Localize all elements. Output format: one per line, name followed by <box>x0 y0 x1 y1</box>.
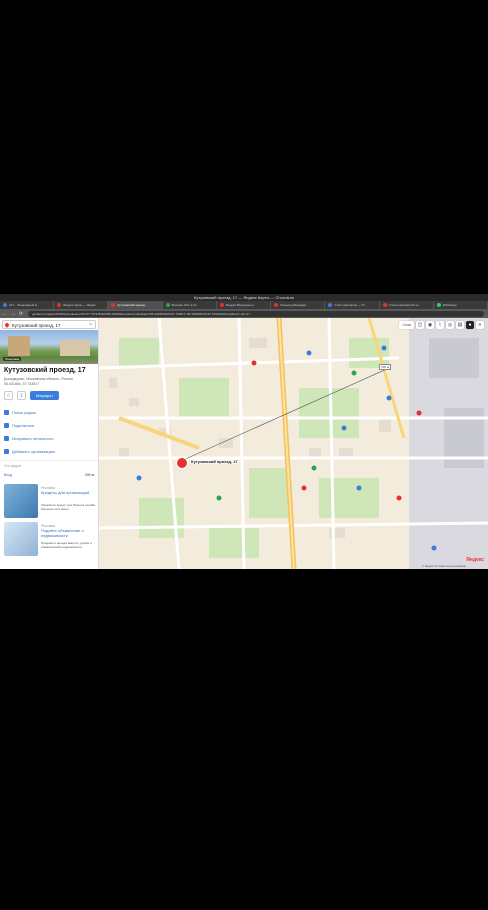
tab-favicon-icon <box>165 303 170 307</box>
tab-7[interactable]: Статьи мастера 61 из <box>380 301 434 309</box>
tab-bar: 471 – Загородный м Яндекс карты — Яндек Ку… <box>0 301 488 309</box>
tab-label: WhatsApp <box>442 303 457 307</box>
tab-5[interactable]: Леонид наблюдает <box>271 301 326 309</box>
pin-icon <box>4 322 10 328</box>
menu-item-label: Поделиться <box>12 423 35 428</box>
sidebar-panel: Кутузовский проезд, 17 × Панорама Кутузо… <box>0 318 99 569</box>
tab-label: Яндекс карты — Яндек <box>63 303 96 307</box>
tab-label: Фильмы 2Гиг в Ал <box>171 303 197 307</box>
tab-favicon-icon <box>436 303 441 307</box>
tab-0[interactable]: 471 – Загородный м <box>0 301 55 309</box>
place-actions: ☆ ⇪ Маршрут <box>4 391 60 400</box>
tab-favicon-icon <box>219 303 224 307</box>
tab-label: Статьи мастера 61 из <box>388 303 419 307</box>
place-photo[interactable]: Панорама <box>0 330 98 364</box>
add-icon <box>4 449 9 454</box>
nearby-heading: Что рядом <box>4 464 22 468</box>
map-graphics <box>99 318 488 569</box>
menu-item-2[interactable]: Исправить неточность <box>4 432 94 445</box>
route-distance-label: 700 м <box>379 364 391 370</box>
tab-2[interactable]: Кутузовский проезд, <box>108 301 163 309</box>
ad-card[interactable]: Реклама Подайте объявление о недвижимости… <box>4 522 96 558</box>
tab-label: Стать мастером — Пт <box>334 303 366 307</box>
tab-3[interactable]: Фильмы 2Гиг в Ал <box>163 301 217 309</box>
search-input[interactable]: Кутузовский проезд, 17 × <box>2 320 96 329</box>
tab-8[interactable]: WhatsApp <box>434 301 488 309</box>
tab-1[interactable]: Яндекс карты — Яндек <box>54 301 109 309</box>
bookmark-icon[interactable]: ☆ <box>4 391 13 400</box>
map-canvas[interactable]: Слои ◫ ◉ ⌇ ◎ ▤ ● ≡ Кутузовский проезд, 1… <box>99 318 488 569</box>
tab-favicon-icon <box>111 303 116 307</box>
ad-text: Оформите кредит для бизнеса онлайн. Реше… <box>41 503 96 511</box>
place-marker[interactable] <box>176 457 188 469</box>
menu-item-1[interactable]: Поделиться <box>4 419 94 432</box>
menu-item-label: Поиск рядом <box>12 410 36 415</box>
browser-window: Кутузовский проезд, 17 — Яндекс Карты — … <box>0 294 488 569</box>
share-icon <box>4 423 9 428</box>
place-address: Домодедово, Московская область, Россия 5… <box>4 377 94 386</box>
tab-favicon-icon <box>57 303 62 307</box>
map-toolbar: Слои ◫ ◉ ⌇ ◎ ▤ ● ≡ <box>399 321 484 329</box>
tab-6[interactable]: Стать мастером — Пт <box>325 301 380 309</box>
ruler-icon[interactable]: ⌇ <box>436 321 444 329</box>
ads-block: Реклама Кредиты для организаций Оформите к… <box>4 484 96 560</box>
profile-icon[interactable]: ● <box>466 321 474 329</box>
ad-image <box>4 484 38 518</box>
search-value: Кутузовский проезд, 17 <box>12 323 61 328</box>
marker-label[interactable]: Кутузовский проезд, 17 <box>190 459 239 464</box>
photo-badge[interactable]: Панорама <box>3 357 22 361</box>
window-title: Кутузовский проезд, 17 — Яндекс Карты — … <box>0 294 488 301</box>
coords-text[interactable]: 55.431864, 37.743817 <box>4 382 94 387</box>
yandex-logo: Яндекс <box>466 557 484 563</box>
reload-icon[interactable]: ⟳ <box>18 311 24 317</box>
bus-icon[interactable]: ◫ <box>416 321 424 329</box>
tab-favicon-icon <box>382 303 387 307</box>
layers-button[interactable]: Слои <box>399 321 414 329</box>
ad-image <box>4 522 38 556</box>
tab-label: Яндекс Вредительн <box>225 303 254 307</box>
print-icon[interactable]: ▤ <box>456 321 464 329</box>
tab-favicon-icon <box>328 303 333 307</box>
menu-item-label: Исправить неточность <box>12 436 54 441</box>
url-input[interactable]: yandex.ru/maps/10725/domodedovo/?ll=37.7… <box>28 310 484 317</box>
tab-favicon-icon <box>3 303 7 307</box>
address-bar-row: ← → ⟳ yandex.ru/maps/10725/domodedovo/?l… <box>0 309 488 318</box>
entrance-label: Вход <box>4 473 12 477</box>
place-title: Кутузовский проезд, 17 <box>4 367 86 374</box>
tab-4[interactable]: Яндекс Вредительн <box>217 301 272 309</box>
close-icon[interactable]: × <box>89 321 92 330</box>
menu-item-3[interactable]: Добавить организацию <box>4 445 94 458</box>
route-button[interactable]: Маршрут <box>30 391 60 400</box>
tab-label: Кутузовский проезд, <box>117 303 146 307</box>
building-shape <box>60 340 90 356</box>
entrance-distance: 200 м <box>84 473 94 477</box>
ad-title: Кредиты для организаций <box>41 490 90 495</box>
page-content: Кутузовский проезд, 17 × Панорама Кутузо… <box>0 318 488 569</box>
tab-label: Леонид наблюдает <box>280 303 307 307</box>
edit-icon <box>4 436 9 441</box>
menu-item-0[interactable]: Поиск рядом <box>4 406 94 419</box>
ad-text: Продажа и аренда квартир, домов и коммер… <box>41 541 92 549</box>
tab-favicon-icon <box>274 303 279 307</box>
car-icon[interactable]: ◉ <box>426 321 434 329</box>
divider <box>0 460 98 461</box>
search-icon <box>4 410 9 415</box>
back-icon[interactable]: ← <box>2 311 8 317</box>
ad-title: Подайте объявление о недвижимости <box>41 528 84 538</box>
tab-label: 471 – Загородный м <box>9 303 37 307</box>
panorama-icon[interactable]: ◎ <box>446 321 454 329</box>
building-shape <box>8 336 30 356</box>
menu-item-label: Добавить организацию <box>12 449 55 454</box>
ad-card[interactable]: Реклама Кредиты для организаций Оформите к… <box>4 484 96 520</box>
map-copyright[interactable]: © Яндекс Условия использования <box>422 564 466 568</box>
forward-icon[interactable]: → <box>10 311 16 317</box>
share-icon[interactable]: ⇪ <box>17 391 26 400</box>
entrance-row[interactable]: Вход 200 м <box>4 473 94 477</box>
menu-icon[interactable]: ≡ <box>476 321 484 329</box>
entrance-text: Вход <box>4 473 12 477</box>
place-menu: Поиск рядом Поделиться Исправить неточност… <box>4 406 94 458</box>
